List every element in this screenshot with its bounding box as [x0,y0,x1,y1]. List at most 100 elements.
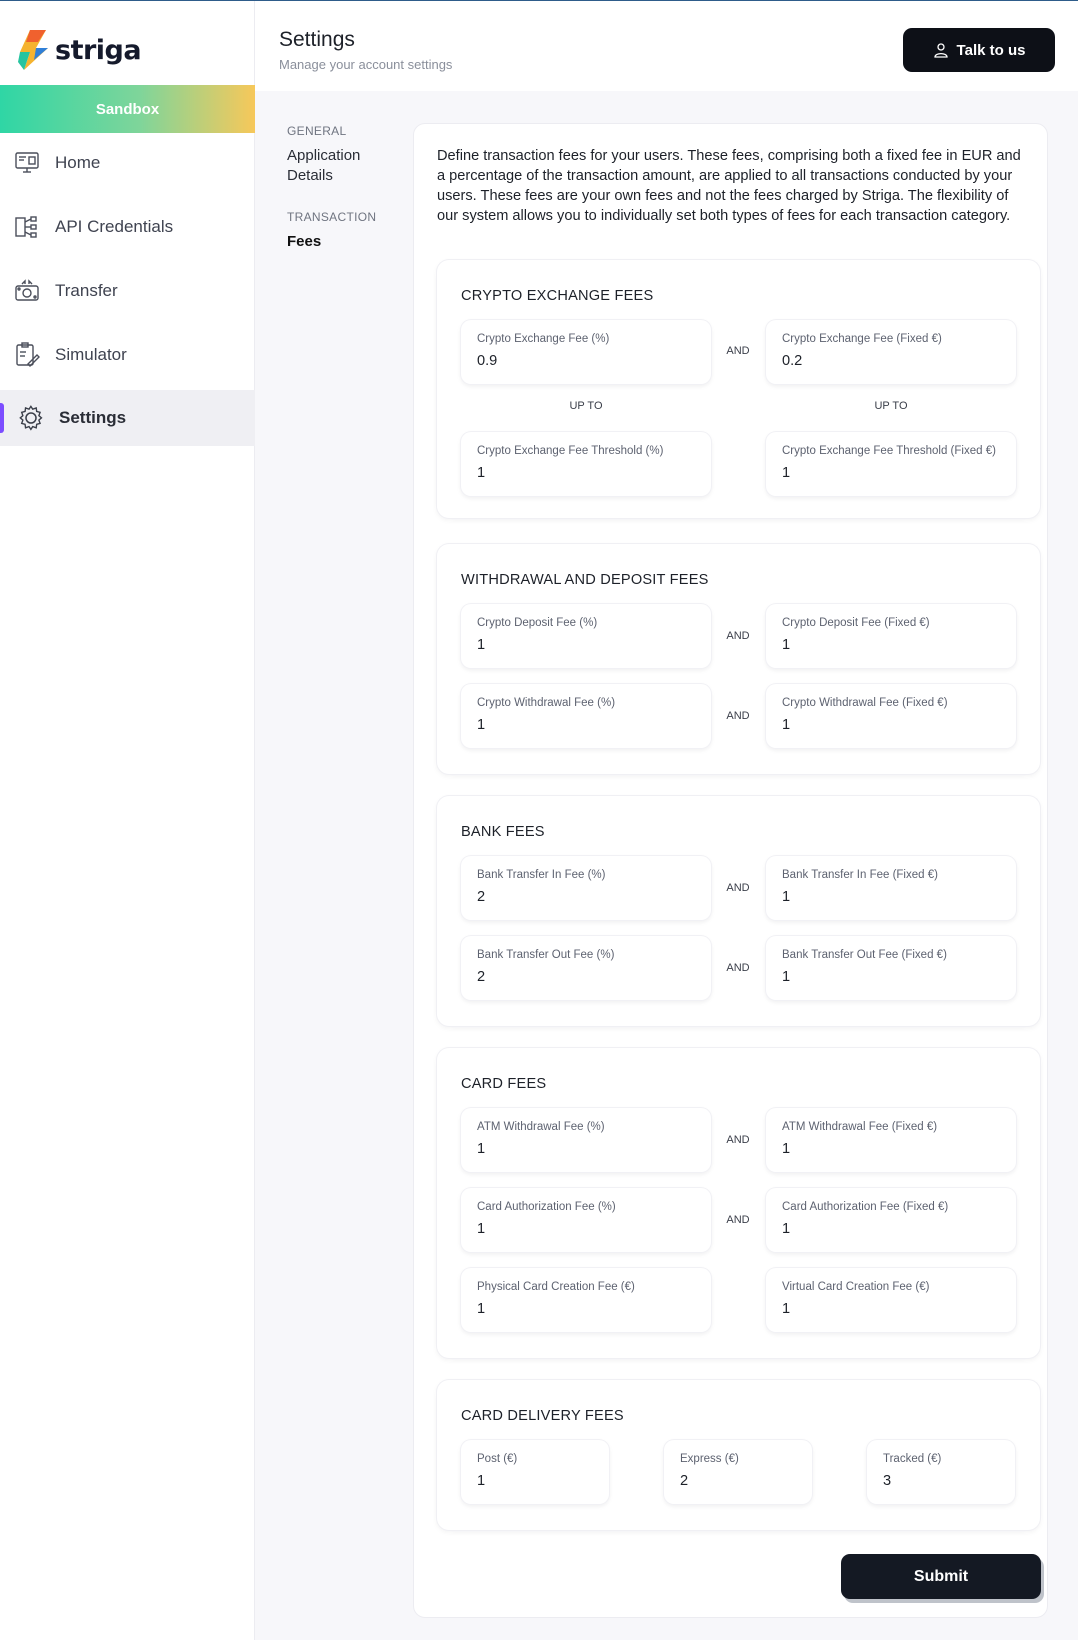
crypto-exchange-threshold-pct-field: Crypto Exchange Fee Threshold (%) [461,432,711,496]
atm-withdrawal-fee-pct-input[interactable] [477,1141,697,1157]
transfer-icon [13,277,41,305]
submit-button[interactable]: Submit [841,1554,1041,1599]
field-label: Tracked (€) [883,1453,942,1465]
subnav-link-fees[interactable]: Fees [287,232,397,252]
crypto-exchange-threshold-fixed-field: Crypto Exchange Fee Threshold (Fixed €) [766,432,1016,496]
and-label: AND [726,962,750,974]
field-label: Crypto Exchange Fee Threshold (%) [477,445,664,457]
crypto-withdrawal-fee-pct-input[interactable] [477,717,697,733]
physical-card-creation-fee-field: Physical Card Creation Fee (€) [461,1268,711,1332]
field-label: Virtual Card Creation Fee (€) [782,1281,930,1293]
crypto-exchange-fee-fixed-input[interactable] [782,353,1002,369]
delivery-tracked-fee-field: Tracked (€) [867,1440,1015,1504]
settings-subnav: GENERAL Application Details TRANSACTION … [287,124,397,252]
striga-logo-icon [18,30,48,70]
atm-withdrawal-fee-fixed-field: ATM Withdrawal Fee (Fixed €) [766,1108,1016,1172]
subnav-link-application-details[interactable]: Application Details [287,146,377,186]
talk-to-us-button[interactable]: Talk to us [903,28,1055,72]
sidebar-item-settings[interactable]: Settings [0,390,255,446]
field-label: Crypto Deposit Fee (Fixed €) [782,617,930,629]
talk-to-us-label: Talk to us [956,41,1026,59]
bank-transfer-in-fee-fixed-input[interactable] [782,889,1002,905]
and-label: AND [726,882,750,894]
bank-transfer-out-fee-fixed-input[interactable] [782,969,1002,985]
sidebar-item-label: Settings [59,408,127,427]
up-to-label: UP TO [874,400,908,412]
delivery-post-fee-input[interactable] [477,1473,597,1489]
field-label: Bank Transfer Out Fee (%) [477,949,615,961]
card-title: BANK FEES [461,824,545,840]
crypto-withdrawal-fee-fixed-input[interactable] [782,717,1002,733]
field-label: Crypto Withdrawal Fee (%) [477,697,616,709]
field-label: Crypto Exchange Fee (%) [477,333,610,345]
delivery-express-fee-input[interactable] [680,1473,800,1489]
up-to-label: UP TO [569,400,603,412]
card-authorization-fee-fixed-input[interactable] [782,1221,1002,1237]
gear-icon [17,404,45,432]
sidebar-item-label: Simulator [55,345,127,364]
crypto-exchange-threshold-fixed-input[interactable] [782,465,1002,481]
sidebar-item-home[interactable]: Home [0,135,255,191]
subnav-heading-general: GENERAL [287,124,347,138]
crypto-deposit-fee-pct-input[interactable] [477,637,697,653]
subnav-heading-transaction: TRANSACTION [287,210,377,224]
crypto-deposit-fee-fixed-field: Crypto Deposit Fee (Fixed €) [766,604,1016,668]
bank-fees-card: BANK FEES Bank Transfer In Fee (%) AND B… [437,796,1040,1026]
logo-text: striga [55,34,142,66]
fees-panel: Define transaction fees for your users. … [413,123,1048,1618]
field-label: Card Authorization Fee (%) [477,1201,616,1213]
card-authorization-fee-pct-input[interactable] [477,1221,697,1237]
card-fees-card: CARD FEES ATM Withdrawal Fee (%) AND ATM… [437,1048,1040,1358]
crypto-exchange-threshold-pct-input[interactable] [477,465,697,481]
field-label: Bank Transfer In Fee (Fixed €) [782,869,938,881]
sidebar-item-label: Home [55,153,101,172]
card-delivery-fees-card: CARD DELIVERY FEES Post (€) Express (€) … [437,1380,1040,1530]
page-subtitle: Manage your account settings [279,57,453,72]
and-label: AND [726,710,750,722]
crypto-withdrawal-fee-fixed-field: Crypto Withdrawal Fee (Fixed €) [766,684,1016,748]
crypto-withdrawal-fee-pct-field: Crypto Withdrawal Fee (%) [461,684,711,748]
virtual-card-creation-fee-input[interactable] [782,1301,1002,1317]
environment-badge: Sandbox [0,85,255,133]
sidebar-item-label: API Credentials [55,217,174,236]
card-title: CARD DELIVERY FEES [461,1408,624,1424]
field-label: Crypto Exchange Fee Threshold (Fixed €) [782,445,996,457]
bank-transfer-out-fee-pct-input[interactable] [477,969,697,985]
field-label: Bank Transfer In Fee (%) [477,869,606,881]
sidebar-item-simulator[interactable]: Simulator [0,327,255,383]
bank-transfer-in-fee-fixed-field: Bank Transfer In Fee (Fixed €) [766,856,1016,920]
field-label: Crypto Exchange Fee (Fixed €) [782,333,942,345]
field-label: Express (€) [680,1453,739,1465]
atm-withdrawal-fee-pct-field: ATM Withdrawal Fee (%) [461,1108,711,1172]
monitor-icon [13,149,41,177]
field-label: Crypto Deposit Fee (%) [477,617,598,629]
page-title: Settings [279,28,355,51]
page-header: Settings Manage your account settings Ta… [255,1,1078,91]
field-label: Post (€) [477,1453,518,1465]
crypto-exchange-fee-pct-input[interactable] [477,353,697,369]
and-label: AND [726,345,750,357]
field-label: ATM Withdrawal Fee (%) [477,1121,605,1133]
crypto-exchange-fees-card: CRYPTO EXCHANGE FEES Crypto Exchange Fee… [437,260,1040,518]
field-label: Card Authorization Fee (Fixed €) [782,1201,949,1213]
bank-transfer-out-fee-pct-field: Bank Transfer Out Fee (%) [461,936,711,1000]
card-authorization-fee-pct-field: Card Authorization Fee (%) [461,1188,711,1252]
physical-card-creation-fee-input[interactable] [477,1301,697,1317]
logo[interactable]: striga [16,28,142,72]
sidebar-item-api-credentials[interactable]: API Credentials [0,199,255,255]
card-title: CARD FEES [461,1076,547,1092]
card-title: WITHDRAWAL AND DEPOSIT FEES [461,572,709,588]
field-label: Physical Card Creation Fee (€) [477,1281,635,1293]
withdrawal-deposit-fees-card: WITHDRAWAL AND DEPOSIT FEES Crypto Depos… [437,544,1040,774]
sidebar-item-transfer[interactable]: Transfer [0,263,255,319]
atm-withdrawal-fee-fixed-input[interactable] [782,1141,1002,1157]
and-label: AND [726,1134,750,1146]
delivery-tracked-fee-input[interactable] [883,1473,1003,1489]
delivery-post-fee-field: Post (€) [461,1440,609,1504]
fees-description: Define transaction fees for your users. … [437,148,1021,224]
crypto-deposit-fee-fixed-input[interactable] [782,637,1002,653]
card-authorization-fee-fixed-field: Card Authorization Fee (Fixed €) [766,1188,1016,1252]
bank-transfer-in-fee-pct-input[interactable] [477,889,697,905]
field-label: Crypto Withdrawal Fee (Fixed €) [782,697,948,709]
and-label: AND [726,1214,750,1226]
